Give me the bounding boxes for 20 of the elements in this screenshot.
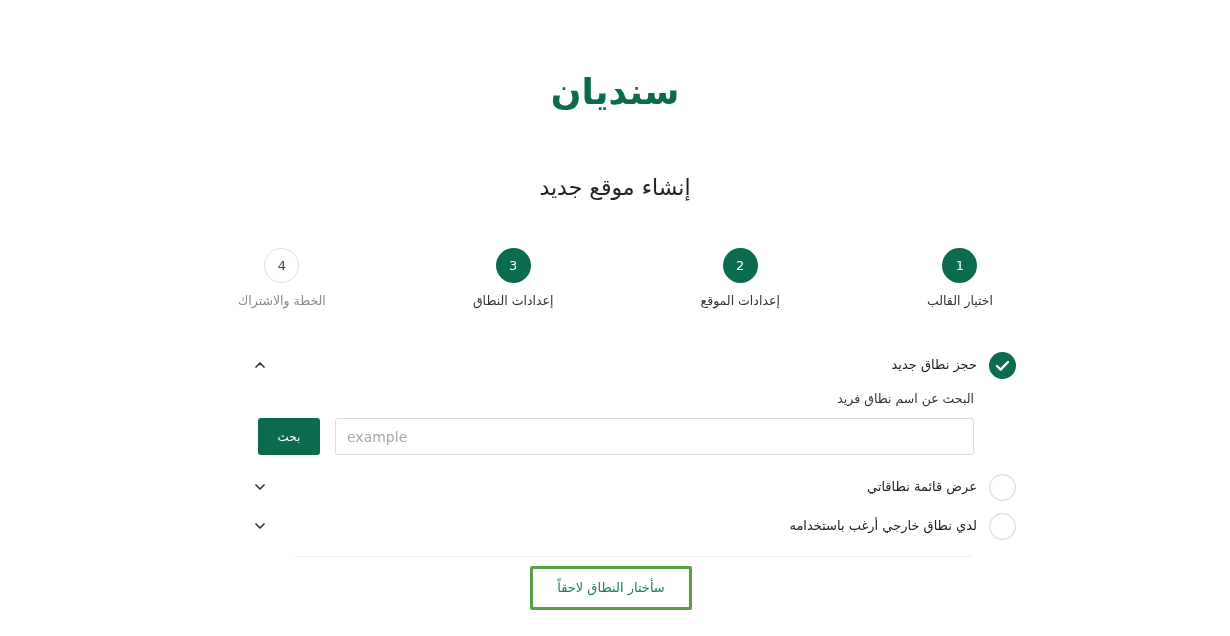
step-number: 2 [722,248,758,283]
choose-later-button[interactable]: سأختار النطاق لاحقاً [530,566,692,610]
step-number: 3 [495,248,531,283]
option-label[interactable]: حجز نطاق جديد [891,356,977,374]
step-number: 1 [942,248,978,283]
domain-input[interactable]: example [335,418,974,455]
step-label: الخطة والاشتراك [238,292,326,310]
search-button[interactable]: بحث [258,418,320,455]
step-label: اختيار القالب [926,292,993,310]
step-label: إعدادات النطاق [472,292,554,310]
option-label[interactable]: عرض قائمة نطاقاتي [866,478,977,496]
logo: سنديان [550,70,680,114]
radio-circle-icon[interactable] [989,473,1016,501]
search-label: البحث عن اسم نطاق فريد [837,390,974,408]
step-number: 4 [264,248,300,283]
step-label: إعدادات الموقع [700,292,780,310]
option-label[interactable]: لدي نطاق خارجي أرغب باستخدامه [789,517,977,535]
page-title: إنشاء موقع جديد [539,174,691,202]
radio-circle-icon[interactable] [989,512,1016,540]
check-circle-icon[interactable] [989,351,1016,379]
